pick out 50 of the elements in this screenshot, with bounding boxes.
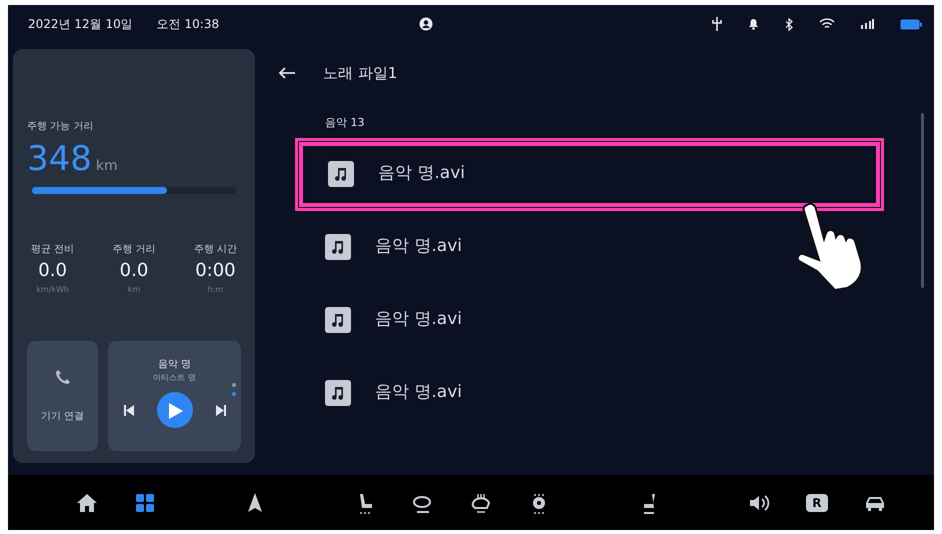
play-button[interactable]: [156, 392, 192, 428]
profile-icon[interactable]: [418, 17, 433, 31]
stat-unit: h:m: [208, 284, 224, 296]
file-name: 음악 명.avi: [378, 162, 466, 186]
range-value: 348: [27, 142, 92, 176]
battery-icon: [900, 18, 922, 30]
bell-icon: [748, 18, 759, 30]
music-note-icon: [325, 307, 351, 333]
file-name: 음악 명.avi: [375, 235, 462, 258]
phone-icon: [54, 368, 70, 384]
artist-name: 아티스트 명: [153, 372, 196, 384]
stat-value: 0.0: [38, 259, 67, 283]
gear-button[interactable]: R: [806, 494, 828, 512]
stat-value: 0.0: [120, 259, 148, 283]
skip-back-icon: [124, 404, 134, 416]
page-title: 노래 파일1: [323, 62, 398, 84]
scrollbar[interactable]: [921, 113, 924, 288]
section-header: 음악 13: [325, 115, 366, 131]
page-dot[interactable]: [232, 383, 236, 387]
music-note-icon: [325, 380, 351, 406]
range-unit: km: [96, 157, 118, 176]
stat-label: 평균 전비: [31, 243, 74, 257]
file-row[interactable]: 음악 명.avi: [295, 356, 884, 430]
file-name: 음악 명.avi: [375, 381, 462, 404]
stat-unit: km: [128, 284, 140, 296]
music-note-icon: [325, 234, 351, 260]
music-note-icon: [328, 161, 354, 187]
song-title: 음악 명: [158, 358, 192, 372]
file-row[interactable]: 음악 명.avi: [295, 210, 884, 284]
page-dot[interactable]: [232, 392, 236, 396]
phone-tile-label: 기기 연결: [40, 410, 84, 424]
phone-tile[interactable]: 기기 연결: [27, 341, 98, 451]
play-icon: [169, 402, 183, 419]
music-tile[interactable]: 음악 명 아티스트 명: [108, 341, 241, 451]
file-row[interactable]: 음악 명.avi: [295, 284, 884, 356]
stat-label: 주행 거리: [112, 243, 156, 257]
status-time: 오전 10:38: [156, 16, 220, 33]
signal-icon: [861, 19, 874, 29]
file-name: 음악 명.avi: [375, 308, 462, 332]
file-row[interactable]: 음악 명.avi: [295, 138, 884, 210]
back-arrow-icon: [278, 67, 296, 79]
skip-forward-icon: [216, 404, 226, 416]
stat-unit: km/kWh: [36, 284, 69, 296]
usb-icon: [712, 17, 722, 31]
range-label: 주행 가능 거리: [27, 120, 94, 134]
wifi-icon: [819, 18, 835, 30]
stat-value: 0:00: [195, 259, 236, 283]
stat-label: 주행 시간: [194, 243, 237, 257]
status-date: 2022년 12월 10일: [28, 16, 133, 33]
bluetooth-icon: [785, 18, 793, 30]
